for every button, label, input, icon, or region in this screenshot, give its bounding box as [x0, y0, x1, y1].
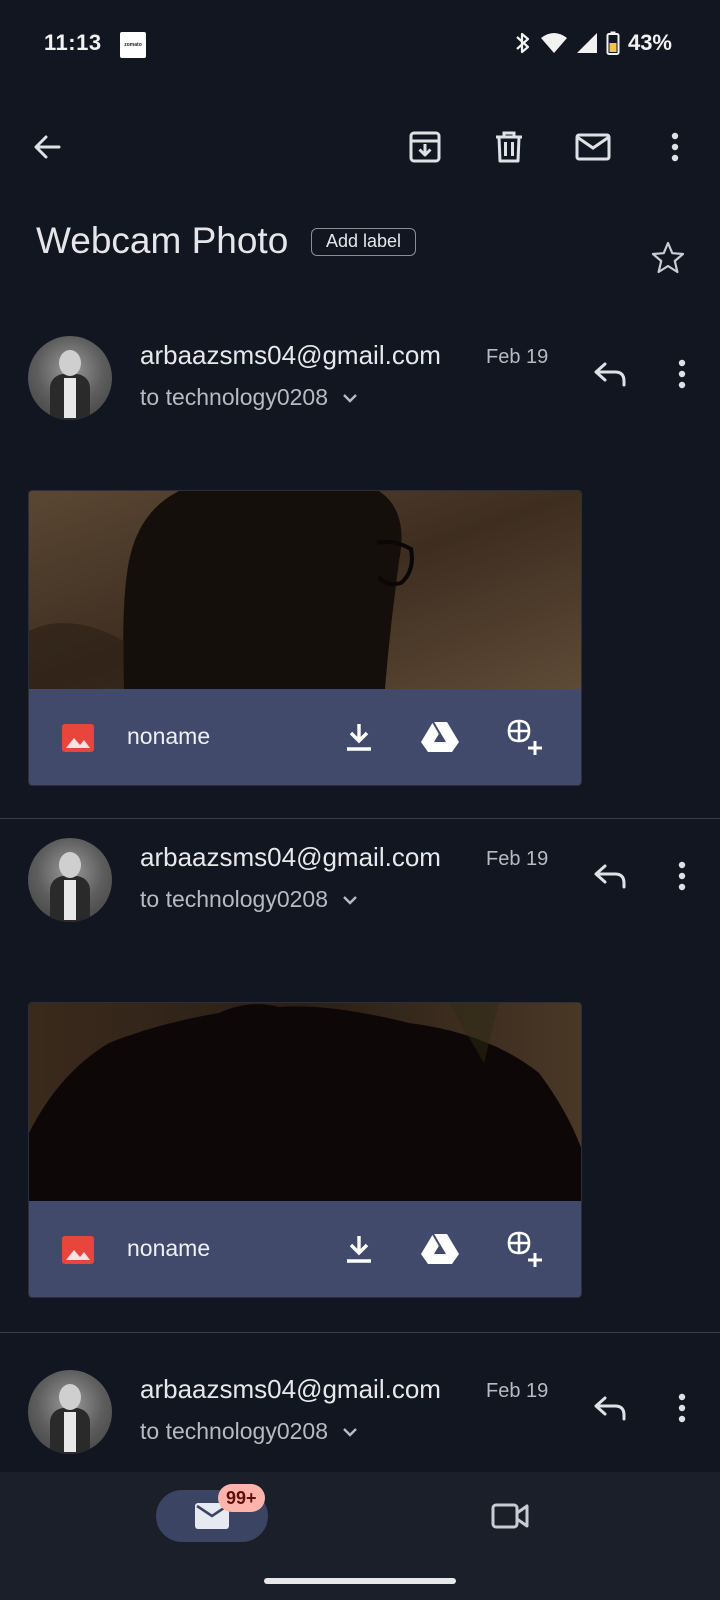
save-to-drive-button[interactable] [416, 713, 464, 761]
bluetooth-icon [516, 32, 530, 54]
recipient-details[interactable]: to technology0208 [140, 886, 358, 913]
download-button[interactable] [335, 713, 383, 761]
sender-email: arbaazsms04@gmail.com [140, 842, 441, 872]
recipient-details[interactable]: to technology0208 [140, 1418, 358, 1445]
message-more-button[interactable] [660, 854, 704, 898]
message-date: Feb 19 [486, 848, 549, 870]
chevron-down-icon [343, 1427, 357, 1437]
status-icons: 43% [514, 30, 672, 56]
google-photos-add-icon [507, 719, 542, 755]
download-icon [347, 724, 371, 751]
reply-button[interactable] [588, 854, 632, 898]
attachment-bar: noname [29, 689, 581, 785]
unread-count-badge: 99+ [218, 1484, 265, 1512]
reply-button[interactable] [588, 352, 632, 396]
mail-icon [575, 133, 611, 161]
recipient-details[interactable]: to technology0208 [140, 384, 358, 411]
status-time: 11:13 [44, 30, 102, 55]
archive-button[interactable] [400, 122, 450, 172]
archive-icon [409, 131, 441, 163]
home-indicator[interactable] [264, 1578, 456, 1584]
wifi-icon [540, 33, 567, 53]
cellular-signal-icon [576, 33, 597, 53]
avatar[interactable] [28, 336, 112, 420]
battery-icon [606, 31, 620, 55]
avatar[interactable] [28, 838, 112, 922]
nav-meet-tab[interactable] [484, 1490, 536, 1542]
google-drive-icon [421, 721, 459, 752]
add-label-button[interactable]: Add label [311, 228, 417, 256]
thread-subject: Webcam Photo [36, 220, 289, 261]
top-app-bar [0, 112, 720, 182]
save-to-drive-button[interactable] [416, 1225, 464, 1273]
bottom-navigation: 99+ [0, 1472, 720, 1600]
more-vert-icon [678, 861, 686, 891]
reply-icon [594, 1396, 626, 1421]
attachment-name: noname [127, 1235, 211, 1261]
download-button[interactable] [335, 1225, 383, 1273]
google-photos-add-icon [507, 1231, 542, 1267]
videocam-icon [491, 1503, 529, 1529]
more-options-button[interactable] [650, 122, 700, 172]
attachment-preview-image[interactable] [29, 1003, 581, 1201]
avatar[interactable] [28, 1370, 112, 1454]
recipient-label: to technology0208 [140, 1418, 328, 1444]
attachment-name: noname [127, 723, 211, 749]
chevron-down-icon [343, 393, 357, 403]
reply-button[interactable] [588, 1386, 632, 1430]
trash-icon [496, 131, 522, 163]
mark-unread-button[interactable] [568, 122, 618, 172]
message-date: Feb 19 [486, 346, 549, 368]
message-more-button[interactable] [660, 352, 704, 396]
add-to-photos-button[interactable] [499, 713, 547, 761]
message-more-button[interactable] [660, 1386, 704, 1430]
battery-percentage: 43% [627, 30, 672, 55]
arrow-back-icon [34, 135, 61, 159]
reply-icon [594, 362, 626, 387]
chevron-down-icon [343, 895, 357, 905]
delete-button[interactable] [484, 122, 534, 172]
sender-email: arbaazsms04@gmail.com [140, 340, 441, 370]
message-divider [0, 1332, 720, 1333]
attachment-bar: noname [29, 1201, 581, 1297]
attachment-card[interactable]: noname [28, 490, 582, 786]
back-button[interactable] [22, 122, 72, 172]
attachment-card[interactable]: noname [28, 1002, 582, 1298]
attachment-preview-image[interactable] [29, 491, 581, 689]
google-drive-icon [421, 1233, 459, 1264]
more-vert-icon [678, 1393, 686, 1423]
download-icon [347, 1236, 371, 1263]
message-date: Feb 19 [486, 1380, 549, 1402]
more-vert-icon [671, 132, 679, 162]
image-file-icon [62, 1236, 94, 1264]
reply-icon [594, 864, 626, 889]
sender-email: arbaazsms04@gmail.com [140, 1374, 441, 1404]
recipient-label: to technology0208 [140, 384, 328, 410]
image-file-icon [62, 724, 94, 752]
status-bar: 11:13 zomato 43% [0, 0, 720, 92]
recipient-label: to technology0208 [140, 886, 328, 912]
add-to-photos-button[interactable] [499, 1225, 547, 1273]
zomato-notification-icon: zomato [120, 32, 146, 58]
more-vert-icon [678, 359, 686, 389]
star-outline-icon [651, 241, 685, 274]
message-divider [0, 818, 720, 819]
subject-row: Webcam Photo Add label [36, 216, 700, 276]
star-button[interactable] [648, 238, 688, 278]
